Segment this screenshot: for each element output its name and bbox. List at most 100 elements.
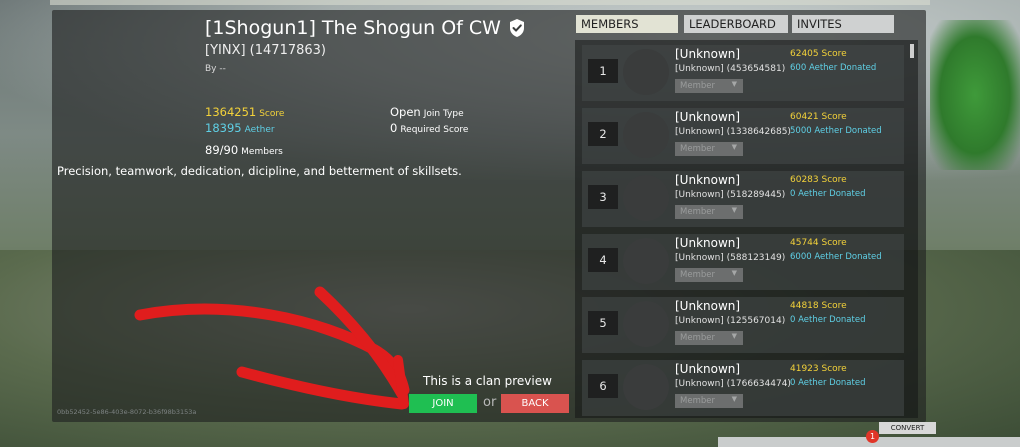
clan-score-value: 1364251 [205,105,257,119]
member-avatar [623,49,669,95]
member-role-dropdown[interactable]: Member ▼ [675,205,743,219]
member-score: 44818 Score [790,301,847,311]
member-name: [Unknown] [675,173,741,187]
clan-required-label: Required Score [400,125,469,135]
member-score: 45744 Score [790,238,847,248]
member-rank: 4 [588,248,618,272]
member-role-label: Member [680,270,715,280]
member-name: [Unknown] [675,299,741,313]
clan-aether: 18395 Aether [205,121,275,135]
member-score-label: Score [821,49,847,59]
clan-preview-notice: This is a clan preview [423,374,552,388]
chevron-down-icon: ▼ [731,206,737,214]
member-aether-label: Aether Donated [798,315,866,325]
clan-join-type-value: Open [390,105,421,119]
member-aether: 5000 Aether Donated [790,126,882,136]
member-aether-value: 0 [790,315,796,325]
game-background-tree [930,20,1020,170]
member-name: [Unknown] [675,110,741,124]
member-role-dropdown[interactable]: Member ▼ [675,79,743,93]
members-scrollbar[interactable] [908,42,914,414]
member-aether-label: Aether Donated [798,378,866,388]
clan-aether-value: 18395 [205,121,242,135]
member-user-id: [Unknown] (518289445) [675,190,786,200]
member-name: [Unknown] [675,47,741,61]
member-score-value: 60421 [790,112,819,122]
member-name: [Unknown] [675,362,741,376]
back-button[interactable]: BACK [501,394,569,413]
member-role-label: Member [680,144,715,154]
member-score-label: Score [821,175,847,185]
member-aether-value: 600 [790,63,807,73]
member-role-dropdown[interactable]: Member ▼ [675,142,743,156]
member-avatar [623,238,669,284]
member-user-id: [Unknown] (453654581) [675,64,786,74]
member-user-id: [Unknown] (125567014) [675,316,786,326]
member-aether-value: 0 [790,378,796,388]
clan-required-value: 0 [390,121,398,135]
tab-members[interactable]: MEMBERS [576,15,678,33]
or-separator: or [483,395,497,410]
member-aether: 0 Aether Donated [790,189,865,199]
member-aether-value: 6000 [790,252,812,262]
member-aether: 0 Aether Donated [790,315,865,325]
member-user-id: [Unknown] (588123149) [675,253,786,263]
member-row: 1 [Unknown] [Unknown] (453654581) 62405 … [582,45,904,101]
member-row: 2 [Unknown] [Unknown] (1338642685) 60421… [582,108,904,164]
member-rank: 1 [588,59,618,83]
member-aether-value: 5000 [790,126,812,136]
member-name: [Unknown] [675,236,741,250]
member-aether: 6000 Aether Donated [790,252,882,262]
member-role-label: Member [680,81,715,91]
clan-join-type: Open Join Type [390,105,464,119]
member-score-value: 45744 [790,238,819,248]
member-avatar [623,364,669,410]
tab-leaderboard[interactable]: LEADERBOARD [684,15,788,33]
member-aether-label: Aether Donated [798,189,866,199]
member-score: 60283 Score [790,175,847,185]
chevron-down-icon: ▼ [731,143,737,151]
member-aether: 0 Aether Donated [790,378,865,388]
member-avatar [623,301,669,347]
member-aether-value: 0 [790,189,796,199]
clan-score: 1364251 Score [205,105,284,119]
member-role-label: Member [680,396,715,406]
notification-badge: 1 [866,430,879,443]
member-user-id: [Unknown] (1338642685) [675,127,791,137]
member-row: 3 [Unknown] [Unknown] (518289445) 60283 … [582,171,904,227]
member-score-label: Score [821,301,847,311]
member-row: 6 [Unknown] [Unknown] (1766634474) 41923… [582,360,904,416]
member-row: 5 [Unknown] [Unknown] (125567014) 44818 … [582,297,904,353]
clan-required-score: 0 Required Score [390,121,468,135]
member-aether: 600 Aether Donated [790,63,876,73]
member-score-label: Score [821,364,847,374]
clan-tag-id: [YINX] (14717863) [205,43,326,58]
member-score-value: 60283 [790,175,819,185]
tab-invites[interactable]: INVITES [792,15,894,33]
chevron-down-icon: ▼ [731,332,737,340]
game-background-strip [50,0,930,5]
clan-members-label: Members [241,147,283,157]
member-aether-label: Aether Donated [808,63,877,73]
member-avatar [623,112,669,158]
clan-score-label: Score [259,109,285,119]
member-score-value: 62405 [790,49,819,59]
clan-join-type-label: Join Type [423,109,464,119]
member-score-value: 44818 [790,301,819,311]
member-role-dropdown[interactable]: Member ▼ [675,394,743,408]
members-scrollbar-thumb[interactable] [910,44,914,58]
member-aether-label: Aether Donated [814,126,882,136]
member-score: 41923 Score [790,364,847,374]
convert-button[interactable]: CONVERT [879,422,936,434]
member-role-dropdown[interactable]: Member ▼ [675,331,743,345]
clan-members-value: 89/90 [205,143,239,157]
member-role-label: Member [680,333,715,343]
member-rank: 2 [588,122,618,146]
member-role-dropdown[interactable]: Member ▼ [675,268,743,282]
clan-members-count: 89/90 Members [205,143,283,157]
chevron-down-icon: ▼ [731,80,737,88]
clan-aether-label: Aether [244,125,275,135]
member-role-label: Member [680,207,715,217]
join-button[interactable]: JOIN [409,394,477,413]
clan-description: Precision, teamwork, dedication, dicipli… [57,164,462,178]
